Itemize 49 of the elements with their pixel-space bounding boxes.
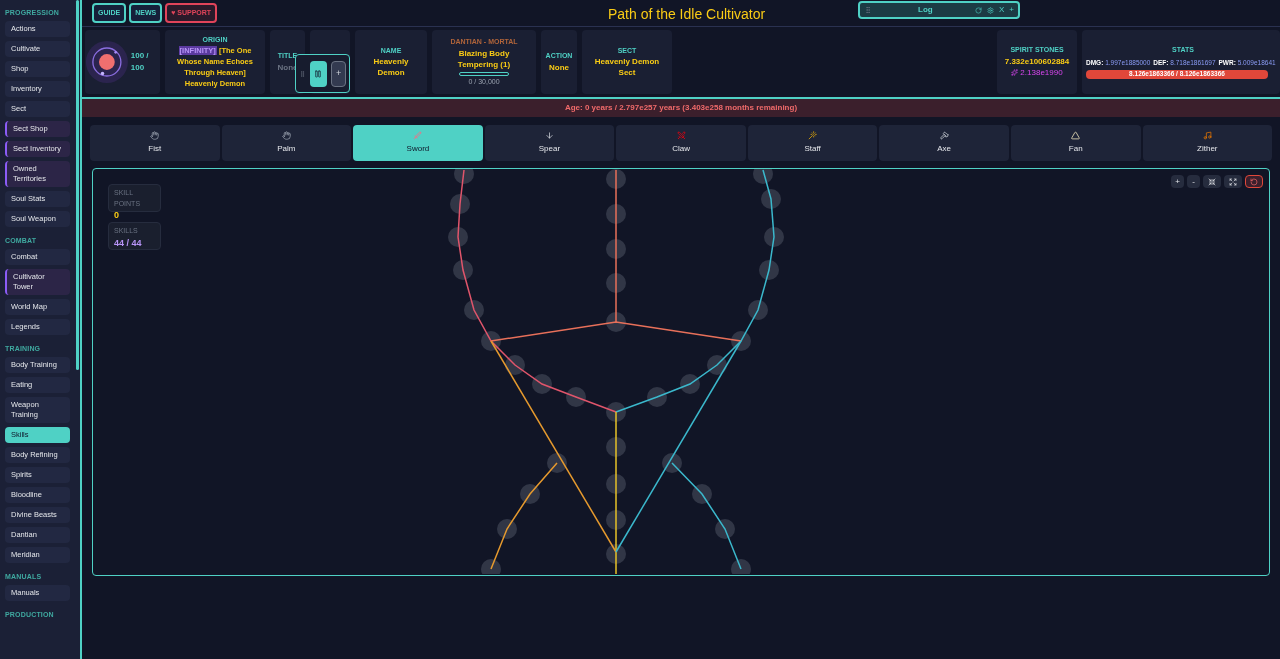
scrollbar-thumb[interactable] bbox=[76, 0, 79, 370]
weapon-tab[interactable]: Axe bbox=[879, 125, 1009, 161]
weapon-tab[interactable]: Staff bbox=[747, 125, 878, 161]
axe-icon bbox=[939, 131, 949, 140]
grip-icon[interactable] bbox=[299, 69, 306, 78]
arrow-icon bbox=[544, 131, 554, 140]
refresh-icon[interactable] bbox=[975, 6, 982, 14]
playback-panel[interactable]: + bbox=[295, 54, 350, 93]
card-value: None bbox=[549, 61, 569, 73]
log-window[interactable]: Log X + bbox=[858, 1, 1020, 19]
pause-button[interactable] bbox=[309, 60, 328, 87]
card-value: Heavenly Demon Sect bbox=[593, 56, 661, 79]
reset-icon bbox=[1250, 177, 1258, 186]
secondary-currency: 2.138e1990 bbox=[1020, 66, 1063, 79]
weapon-tab[interactable]: Palm bbox=[221, 125, 352, 161]
stat-value: 44 / 44 bbox=[114, 236, 143, 250]
weapon-tab[interactable]: Spear bbox=[484, 125, 615, 161]
expand-icon bbox=[1229, 177, 1237, 186]
add-button[interactable]: + bbox=[1009, 4, 1014, 16]
card-value: 7.332e100602884 bbox=[1004, 55, 1070, 67]
card-value: Blazing Body Tempering (1) bbox=[456, 47, 512, 70]
age-text: Age: 0 years / 2.797e257 years (3.403e258 months remaining) bbox=[564, 102, 798, 114]
settings-icon[interactable] bbox=[987, 6, 994, 14]
stat-value: 0 bbox=[114, 209, 120, 222]
grip-icon[interactable] bbox=[864, 6, 872, 14]
weapon-tab[interactable]: Claw bbox=[616, 125, 746, 161]
fist-icon bbox=[150, 131, 160, 140]
log-title: Log bbox=[918, 4, 933, 16]
fullscreen-button[interactable] bbox=[1224, 175, 1242, 188]
weapon-tab[interactable]: Fist bbox=[90, 125, 220, 161]
claw-icon bbox=[676, 131, 686, 140]
health-value: 100 / 100 bbox=[130, 50, 150, 74]
weapon-tab[interactable]: Fan bbox=[1010, 125, 1141, 161]
app-title: Path of the Idle Cultivator bbox=[608, 5, 766, 24]
shrink-icon bbox=[1208, 177, 1216, 186]
sword-icon bbox=[413, 131, 423, 140]
staff-icon bbox=[808, 131, 818, 140]
add-button[interactable]: + bbox=[331, 60, 346, 87]
weapon-tab[interactable]: Sword bbox=[353, 125, 483, 161]
pause-icon bbox=[314, 69, 323, 78]
reset-button[interactable] bbox=[1245, 175, 1263, 188]
zoom-in-button[interactable]: + bbox=[1171, 175, 1184, 188]
shrink-button[interactable] bbox=[1203, 175, 1221, 188]
weapon-tab[interactable]: Zither bbox=[1142, 125, 1273, 161]
zoom-out-button[interactable]: - bbox=[1187, 175, 1200, 188]
close-button[interactable]: X bbox=[999, 4, 1005, 16]
zither-icon bbox=[1202, 131, 1212, 140]
card-value: Heavenly Demon bbox=[372, 56, 410, 79]
hand-icon bbox=[281, 131, 291, 140]
